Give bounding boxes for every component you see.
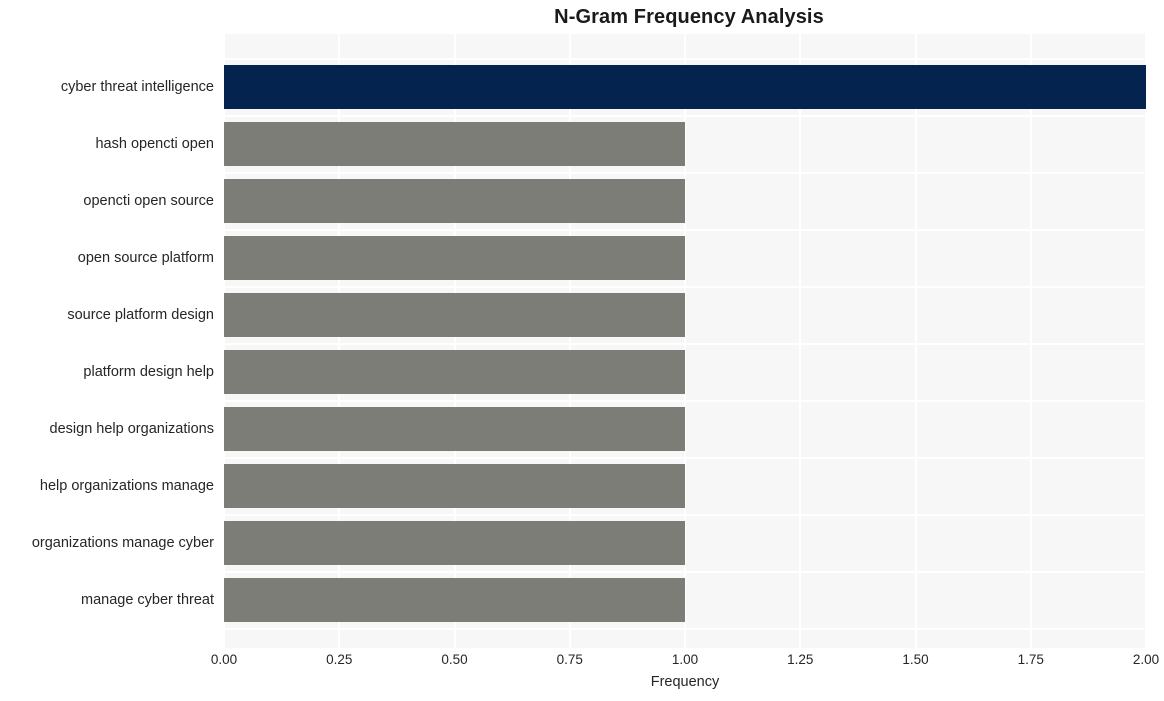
chart-title: N-Gram Frequency Analysis bbox=[554, 6, 824, 28]
x-axis-tick-label: 0.50 bbox=[441, 652, 468, 667]
bar bbox=[224, 521, 685, 565]
x-axis-tick-label: 1.25 bbox=[787, 652, 814, 667]
x-axis-tick-label: 1.75 bbox=[1017, 652, 1044, 667]
x-axis-tick-label: 1.50 bbox=[902, 652, 929, 667]
x-axis-tick-label: 0.75 bbox=[556, 652, 583, 667]
y-axis-tick-label: manage cyber threat bbox=[81, 592, 214, 608]
x-axis-tick-label: 2.00 bbox=[1132, 652, 1160, 667]
bar bbox=[224, 578, 685, 622]
y-axis-tick-label: open source platform bbox=[77, 250, 214, 266]
y-axis-tick-label: design help organizations bbox=[49, 421, 214, 437]
gridline-horizontal bbox=[224, 570, 1146, 573]
bar bbox=[224, 350, 685, 394]
y-axis-tick-label: platform design help bbox=[83, 364, 214, 380]
gridline-horizontal bbox=[224, 627, 1146, 630]
chart-figure: N-Gram Frequency Analysis cyber threat i… bbox=[0, 0, 1164, 701]
gridline-vertical bbox=[799, 34, 802, 648]
y-axis-tick-label: source platform design bbox=[67, 307, 214, 323]
x-axis-tick-label: 0.25 bbox=[326, 652, 353, 667]
y-axis-tick-label: help organizations manage bbox=[39, 478, 214, 494]
y-axis-tick-label: cyber threat intelligence bbox=[60, 79, 214, 95]
gridline-vertical bbox=[1029, 34, 1032, 648]
bar bbox=[224, 236, 685, 280]
gridline-horizontal bbox=[224, 114, 1146, 117]
x-axis-tick-label: 1.00 bbox=[671, 652, 699, 667]
y-axis-tick-label: opencti open source bbox=[83, 193, 214, 209]
gridline-horizontal bbox=[224, 456, 1146, 459]
bar bbox=[224, 179, 685, 223]
gridline-horizontal bbox=[224, 171, 1146, 174]
bar bbox=[224, 122, 685, 166]
gridline-horizontal bbox=[224, 57, 1146, 60]
gridline-horizontal bbox=[224, 228, 1146, 231]
gridline-vertical bbox=[914, 34, 917, 648]
y-axis-tick-label: organizations manage cyber bbox=[31, 535, 214, 551]
bar bbox=[224, 293, 685, 337]
y-axis-tick-label: hash opencti open bbox=[95, 136, 214, 152]
gridline-horizontal bbox=[224, 285, 1146, 288]
bar bbox=[224, 65, 1146, 109]
gridline-horizontal bbox=[224, 342, 1146, 345]
gridline-horizontal bbox=[224, 399, 1146, 402]
gridline-horizontal bbox=[224, 513, 1146, 516]
bar bbox=[224, 464, 685, 508]
x-axis-tick-label: 0.00 bbox=[210, 652, 238, 667]
x-axis-title: Frequency bbox=[650, 674, 720, 690]
gridline-vertical bbox=[1145, 34, 1146, 648]
plot-area bbox=[224, 34, 1146, 648]
bar bbox=[224, 407, 685, 451]
